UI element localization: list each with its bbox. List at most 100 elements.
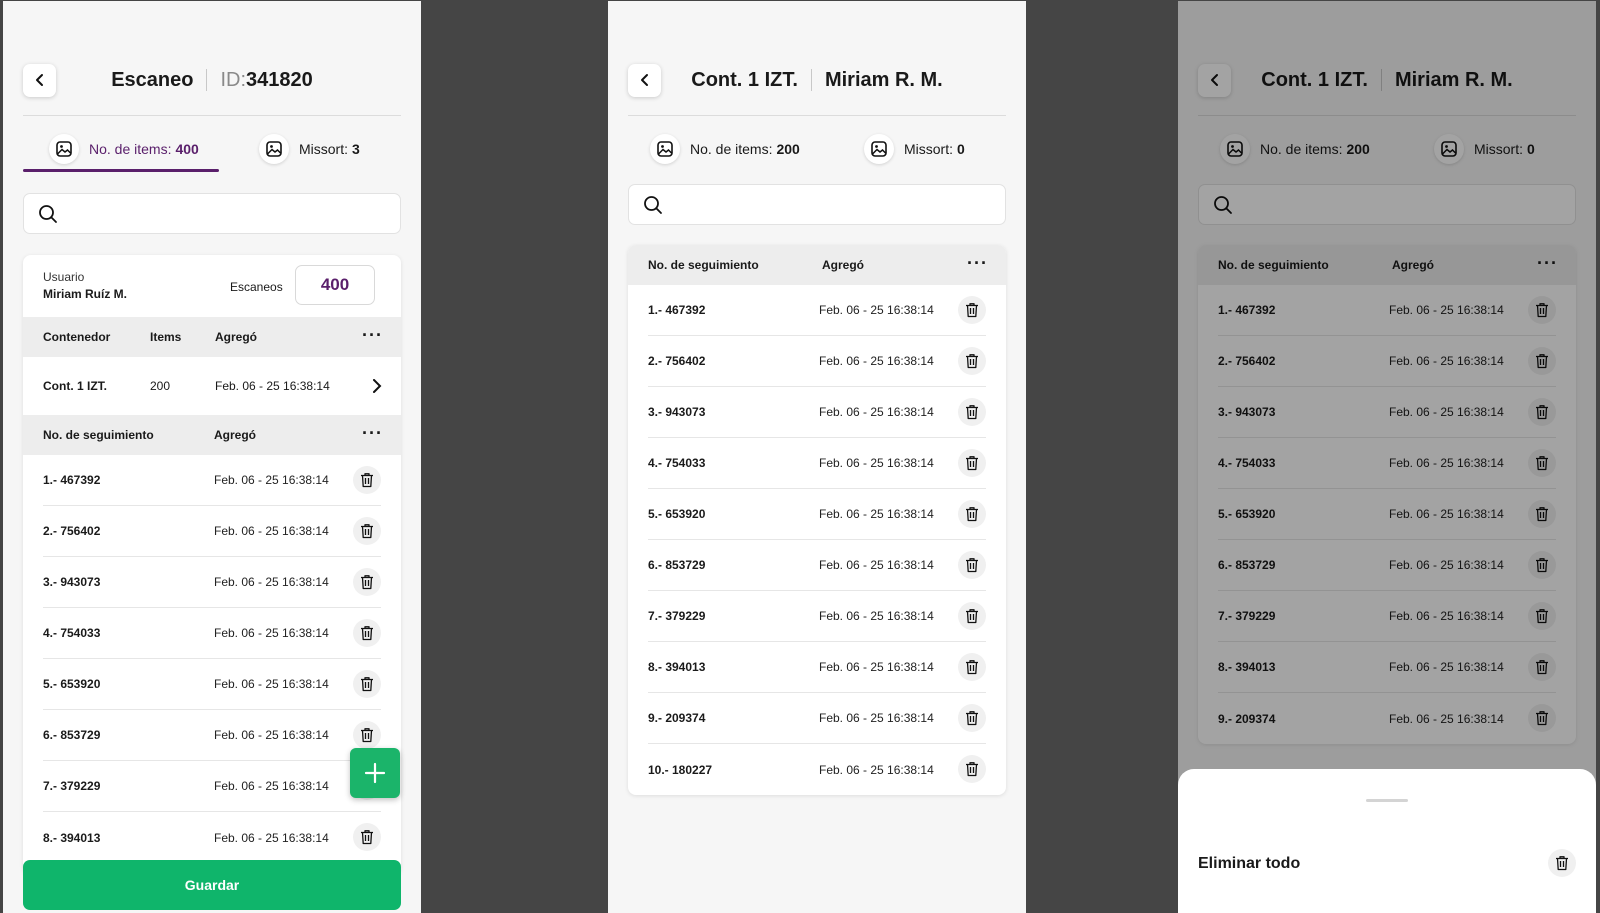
delete-row-button[interactable] bbox=[353, 466, 381, 494]
trash-icon bbox=[361, 677, 373, 692]
col-added: Agregó bbox=[822, 258, 864, 272]
items-label: No. de items: bbox=[89, 141, 172, 157]
more-options-button[interactable]: ··· bbox=[362, 325, 383, 346]
tab-items[interactable]: No. de items: 200 bbox=[650, 134, 800, 164]
sheet-drag-handle[interactable] bbox=[1366, 799, 1408, 802]
table-row: 7.- 379229 Feb. 06 - 25 16:38:14 bbox=[43, 761, 381, 812]
container-items: 200 bbox=[150, 379, 171, 393]
title-divider bbox=[810, 69, 812, 91]
search-field[interactable] bbox=[66, 205, 400, 222]
id-value: 341820 bbox=[246, 68, 313, 91]
delete-row-button[interactable] bbox=[353, 823, 381, 851]
added-date: Feb. 06 - 25 16:38:14 bbox=[819, 762, 934, 777]
delete-row-button[interactable] bbox=[353, 619, 381, 647]
screen-escaneo: Escaneo ID: 341820 No. de items: 400 Miss… bbox=[3, 1, 421, 913]
delete-row-button[interactable] bbox=[958, 449, 986, 477]
tab-items[interactable]: No. de items: 400 bbox=[49, 134, 199, 164]
more-options-button[interactable]: ··· bbox=[362, 423, 383, 444]
delete-row-button[interactable] bbox=[958, 398, 986, 426]
added-date: Feb. 06 - 25 16:38:14 bbox=[214, 779, 329, 793]
added-date: Feb. 06 - 25 16:38:14 bbox=[214, 473, 329, 487]
delete-row-button[interactable] bbox=[958, 500, 986, 528]
delete-row-button[interactable] bbox=[353, 517, 381, 545]
delete-row-button[interactable] bbox=[958, 602, 986, 630]
tracking-header: No. de seguimiento Agregó ··· bbox=[23, 415, 401, 455]
items-value: 400 bbox=[175, 141, 199, 157]
scans-label: Escaneos bbox=[230, 280, 283, 294]
added-date: Feb. 06 - 25 16:38:14 bbox=[819, 303, 934, 317]
tracking-list: 1.- 467392 Feb. 06 - 25 16:38:14 2.- 75640… bbox=[628, 285, 1006, 795]
missort-value: 3 bbox=[352, 141, 360, 157]
header: Escaneo ID: 341820 bbox=[23, 59, 401, 101]
title-divider bbox=[206, 69, 208, 91]
screen-container-detail: Cont. 1 IZT. Miriam R. M. No. de items: … bbox=[608, 1, 1026, 913]
page-title: Cont. 1 IZT. Miriam R. M. bbox=[661, 69, 973, 92]
delete-row-button[interactable] bbox=[353, 670, 381, 698]
trash-icon bbox=[966, 507, 978, 522]
table-row: 3.- 943073 Feb. 06 - 25 16:38:14 bbox=[43, 557, 381, 608]
missort-label: Missort: bbox=[904, 141, 953, 157]
tracking-number: 7.- 379229 bbox=[43, 779, 101, 793]
delete-row-button[interactable] bbox=[958, 704, 986, 732]
container-name: Cont. 1 IZT. bbox=[43, 379, 107, 393]
missort-label: Missort: bbox=[299, 141, 348, 157]
trash-icon bbox=[966, 660, 978, 675]
active-tab-indicator bbox=[23, 169, 219, 172]
scan-card: Usuario Miriam Ruíz M. Escaneos 400 Cont… bbox=[23, 255, 401, 875]
delete-row-button[interactable] bbox=[958, 551, 986, 579]
delete-row-button[interactable] bbox=[958, 653, 986, 681]
added-date: Feb. 06 - 25 16:38:14 bbox=[819, 456, 934, 470]
user-name: Miriam Ruíz M. bbox=[43, 287, 128, 301]
table-row: 2.- 756402 Feb. 06 - 25 16:38:14 bbox=[43, 506, 381, 557]
more-options-button[interactable]: ··· bbox=[967, 253, 988, 274]
trash-icon bbox=[361, 728, 373, 743]
col-items: Items bbox=[150, 330, 182, 344]
back-button[interactable] bbox=[628, 63, 661, 97]
scans-count: 400 bbox=[295, 265, 375, 305]
table-row: 6.- 853729 Feb. 06 - 25 16:38:14 bbox=[648, 540, 986, 591]
chevron-left-icon bbox=[35, 74, 43, 86]
tracking-number: 2.- 756402 bbox=[648, 354, 706, 368]
add-button[interactable] bbox=[350, 748, 400, 798]
search-input[interactable] bbox=[628, 184, 1006, 225]
table-row: 10.- 180227 Feb. 06 - 25 16:38:14 bbox=[648, 744, 986, 795]
delete-row-button[interactable] bbox=[958, 296, 986, 324]
user-label: Usuario bbox=[43, 270, 85, 284]
trash-icon bbox=[361, 575, 373, 590]
subtitle-text: Miriam R. M. bbox=[824, 68, 943, 91]
delete-row-button[interactable] bbox=[958, 347, 986, 375]
added-date: Feb. 06 - 25 16:38:14 bbox=[214, 830, 329, 845]
header-divider bbox=[23, 115, 401, 116]
tab-missort[interactable]: Missort: 3 bbox=[259, 134, 360, 164]
header: Cont. 1 IZT. Miriam R. M. bbox=[628, 59, 1006, 101]
table-row: 5.- 653920 Feb. 06 - 25 16:38:14 bbox=[648, 489, 986, 540]
table-row: 1.- 467392 Feb. 06 - 25 16:38:14 bbox=[648, 285, 986, 336]
tracking-number: 4.- 754033 bbox=[43, 626, 101, 640]
image-icon bbox=[49, 134, 79, 164]
container-row[interactable]: Cont. 1 IZT. 200 Feb. 06 - 25 16:38:14 bbox=[23, 357, 401, 415]
search-icon bbox=[644, 195, 662, 214]
save-button[interactable]: Guardar bbox=[23, 860, 401, 910]
back-button[interactable] bbox=[23, 63, 56, 97]
delete-all-button[interactable] bbox=[1548, 849, 1576, 877]
delete-row-button[interactable] bbox=[958, 755, 986, 783]
header-divider bbox=[628, 115, 1006, 116]
table-row: 8.- 394013 Feb. 06 - 25 16:38:14 bbox=[43, 812, 381, 863]
delete-all-label[interactable]: Eliminar todo bbox=[1198, 855, 1300, 873]
search-input[interactable] bbox=[23, 193, 401, 234]
tracking-number: 1.- 467392 bbox=[43, 473, 101, 487]
added-date: Feb. 06 - 25 16:38:14 bbox=[214, 728, 329, 742]
added-date: Feb. 06 - 25 16:38:14 bbox=[819, 711, 934, 725]
trash-icon bbox=[361, 524, 373, 539]
added-date: Feb. 06 - 25 16:38:14 bbox=[214, 677, 329, 691]
bottom-sheet: Eliminar todo bbox=[1178, 769, 1596, 913]
delete-row-button[interactable] bbox=[353, 721, 381, 749]
tab-missort[interactable]: Missort: 0 bbox=[864, 134, 965, 164]
table-row: 4.- 754033 Feb. 06 - 25 16:38:14 bbox=[648, 438, 986, 489]
table-row: 2.- 756402 Feb. 06 - 25 16:38:14 bbox=[648, 336, 986, 387]
trash-icon bbox=[361, 830, 373, 845]
missort-value: 0 bbox=[957, 141, 965, 157]
search-field[interactable] bbox=[671, 196, 1005, 213]
delete-row-button[interactable] bbox=[353, 568, 381, 596]
added-date: Feb. 06 - 25 16:38:14 bbox=[819, 507, 934, 521]
